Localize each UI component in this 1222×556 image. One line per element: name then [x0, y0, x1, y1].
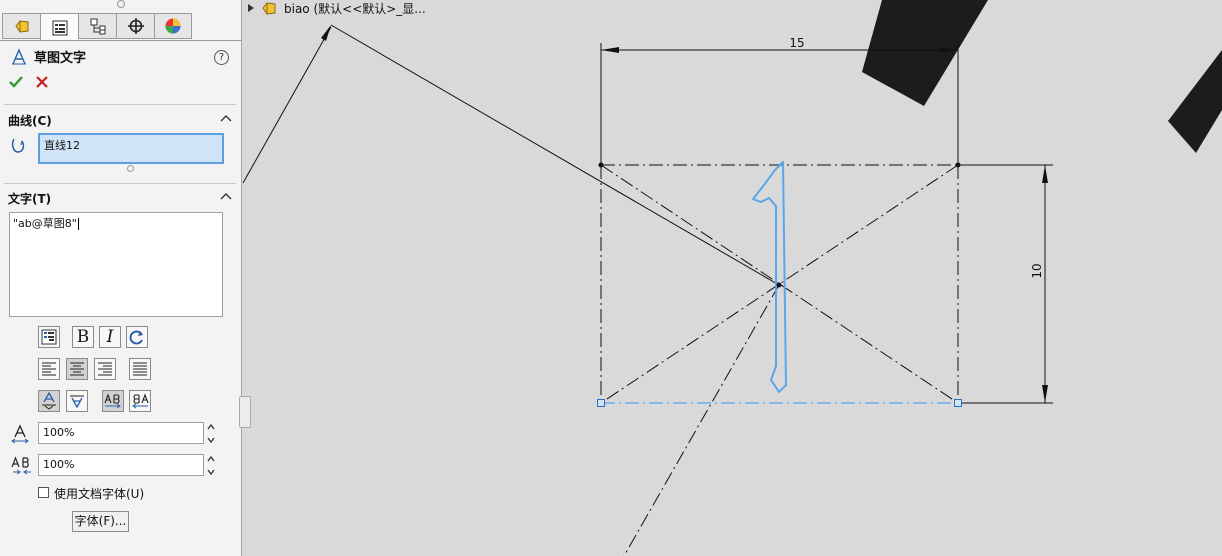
flip-vertical-down-icon — [70, 395, 84, 409]
breadcrumb-label[interactable]: biao (默认<<默认>_显... — [284, 0, 426, 17]
use-document-font-label[interactable]: 使用文档字体(U) — [54, 485, 144, 502]
text-cursor — [77, 218, 79, 230]
collapse-caret-icon[interactable] — [220, 192, 232, 200]
dimension-vertical-value[interactable]: 10 — [1030, 263, 1044, 278]
leader-line — [330, 24, 780, 286]
align-right-icon — [98, 362, 112, 376]
leader-line — [242, 26, 332, 184]
curve-selection-icon — [11, 138, 25, 153]
cancel-x-icon[interactable] — [35, 75, 49, 89]
graphics-area[interactable]: 15 10 — [242, 0, 1222, 556]
width-factor-input[interactable]: 100% — [38, 422, 204, 444]
help-icon[interactable]: ? — [214, 50, 229, 65]
feature-tree-breadcrumb[interactable]: biao (默认<<默认>_显... — [248, 0, 426, 16]
spin-up-icon[interactable] — [206, 422, 216, 432]
selected-endpoint[interactable] — [597, 399, 605, 407]
curve-selection-item[interactable]: 直线12 — [44, 139, 80, 152]
char-spacing-spinner[interactable] — [206, 454, 216, 476]
width-factor-spinner[interactable] — [206, 422, 216, 444]
bold-button[interactable]: B — [72, 326, 94, 348]
width-factor-icon — [11, 424, 29, 444]
align-center-button[interactable] — [66, 358, 88, 380]
solid-body-part[interactable] — [862, 0, 988, 106]
align-left-icon — [42, 362, 56, 376]
use-document-font-checkbox[interactable] — [38, 487, 49, 498]
italic-button[interactable]: I — [99, 326, 121, 348]
justify-icon — [133, 362, 147, 376]
dimension-arrowhead — [601, 47, 619, 53]
rotate-icon — [129, 330, 143, 345]
property-manager-tab[interactable] — [40, 13, 78, 41]
align-center-icon — [70, 362, 84, 376]
dimension-arrowhead — [1042, 385, 1048, 403]
flip-vertical-icon — [42, 392, 56, 410]
text-section-header[interactable]: 文字(T) — [8, 190, 51, 207]
property-manager-panel: 草图文字 ? 曲线(C) 直线12 文字(T) "ab@草图8" B I 100… — [0, 0, 242, 556]
flip-vertical-button[interactable] — [38, 390, 60, 412]
flip-vertical-down-button[interactable] — [66, 390, 88, 412]
manager-tabs — [2, 13, 192, 41]
spin-down-icon[interactable] — [206, 435, 216, 445]
sketch-text-input[interactable]: "ab@草图8" — [9, 212, 223, 317]
section-divider — [4, 104, 236, 105]
font-button[interactable]: 字体(F)... — [72, 511, 129, 532]
sketch-point[interactable] — [955, 162, 961, 168]
selected-endpoint[interactable] — [954, 399, 962, 407]
spin-down-icon[interactable] — [206, 467, 216, 477]
flip-horizontal-icon — [104, 393, 121, 409]
dimension-horizontal-value[interactable]: 15 — [789, 36, 804, 50]
feature-manager-tab[interactable] — [2, 13, 40, 39]
solid-body-part[interactable] — [1168, 50, 1222, 153]
display-manager-tab-icon — [165, 18, 181, 34]
flip-horizontal-reverse-button[interactable] — [129, 390, 151, 412]
align-right-button[interactable] — [94, 358, 116, 380]
curves-section-header[interactable]: 曲线(C) — [8, 112, 52, 129]
sketch-text-value: "ab@草图8" — [13, 217, 77, 230]
feature-title-label: 草图文字 — [34, 51, 87, 66]
char-spacing-icon — [11, 456, 31, 475]
construction-line-extended[interactable] — [623, 284, 780, 556]
justify-button[interactable] — [129, 358, 151, 380]
char-spacing-input[interactable]: 100% — [38, 454, 204, 476]
ok-check-icon[interactable] — [8, 74, 24, 90]
rotate-button[interactable] — [126, 326, 148, 348]
configuration-manager-tab[interactable] — [78, 13, 116, 39]
property-manager-tab-icon — [52, 20, 67, 35]
spin-up-icon[interactable] — [206, 454, 216, 464]
dimension-arrowhead — [1042, 165, 1048, 183]
feature-manager-tab-icon — [14, 20, 28, 33]
collapse-caret-icon[interactable] — [220, 114, 232, 122]
configuration-manager-tab-icon — [90, 18, 105, 35]
display-manager-tab[interactable] — [154, 13, 192, 39]
flip-horizontal-button[interactable] — [102, 390, 124, 412]
flip-horizontal-reverse-icon — [132, 393, 149, 409]
part-icon — [262, 2, 276, 15]
sketch-text-icon — [12, 47, 26, 64]
feature-title: 草图文字 — [10, 47, 86, 66]
tabs-divider — [0, 40, 241, 41]
link-to-property-button[interactable] — [38, 326, 60, 348]
sketch-point[interactable] — [598, 162, 604, 168]
curve-selection-list[interactable]: 直线12 — [38, 133, 224, 164]
list-resize-grip[interactable] — [127, 165, 134, 172]
sketch-point[interactable] — [776, 282, 782, 288]
leader-arrowhead — [321, 25, 331, 41]
link-to-property-icon — [41, 329, 57, 345]
dimxpert-manager-tab[interactable] — [116, 13, 154, 39]
align-left-button[interactable] — [38, 358, 60, 380]
section-divider — [4, 183, 236, 184]
dimxpert-manager-tab-icon — [127, 18, 144, 34]
expand-arrow-icon[interactable] — [248, 4, 254, 12]
panel-grip[interactable] — [117, 0, 125, 8]
